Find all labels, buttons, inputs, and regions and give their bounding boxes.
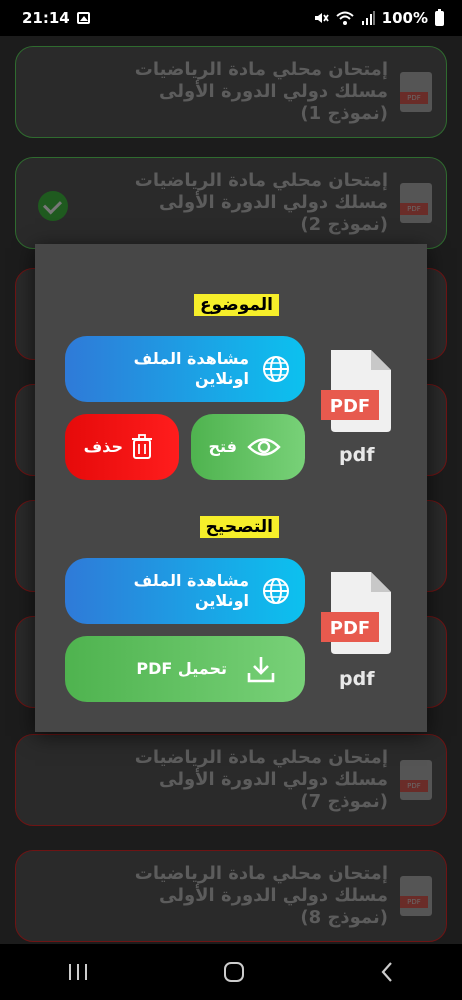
checkmark-icon [38,191,68,221]
exam-card-title: إمتحان محلي مادة الرياضيات مسلك دولي الد… [134,863,388,928]
exam-card-7[interactable]: إمتحان محلي مادة الرياضيات مسلك دولي الد… [15,734,447,826]
back-icon[interactable] [379,961,395,983]
download-icon [247,657,275,683]
download-pdf-button[interactable]: تحميل PDF [65,636,305,702]
status-time: 21:14 [22,9,70,27]
correction-section-label: التصحيح [199,516,279,538]
subject-section-label: الموضوع [194,294,279,316]
subject-pdf-caption: pdf [339,444,375,466]
view-online-label: مشاهدة الملف اونلاين [133,571,249,610]
pdf-file-icon: PDF [400,183,432,223]
exam-card-title: إمتحان محلي مادة الرياضيات مسلك دولي الد… [134,59,388,124]
exam-card-title: إمتحان محلي مادة الرياضيات مسلك دولي الد… [134,170,388,235]
subject-pdf-file-icon: PDF [321,350,391,432]
pdf-file-icon: PDF [400,72,432,112]
svg-text:PDF: PDF [330,396,370,417]
mute-icon [314,13,329,23]
view-online-label: مشاهدة الملف اونلاين [133,349,249,388]
gallery-icon [76,12,90,24]
trash-icon [132,434,152,459]
exam-card-title: إمتحان محلي مادة الرياضيات مسلك دولي الد… [134,747,388,812]
correction-pdf-file-icon: PDF [321,572,391,654]
navigation-bar [0,944,462,1000]
subject-view-online-button[interactable]: مشاهدة الملف اونلاين [65,336,305,402]
delete-label: حذف [83,437,123,456]
recent-apps-icon[interactable] [67,962,89,982]
globe-icon [263,356,289,382]
signal-icon [361,11,375,25]
file-options-dialog: الموضوع مشاهدة الملف اونلاين فتح حذف PDF… [35,244,427,732]
exam-card-2[interactable]: إمتحان محلي مادة الرياضيات مسلك دولي الد… [15,157,447,249]
exam-card-1[interactable]: إمتحان محلي مادة الرياضيات مسلك دولي الد… [15,46,447,138]
status-bar: 21:14 100% [0,0,462,36]
correction-view-online-button[interactable]: مشاهدة الملف اونلاين [65,558,305,624]
exam-card-8[interactable]: إمتحان محلي مادة الرياضيات مسلك دولي الد… [15,850,447,942]
pdf-file-icon: PDF [400,760,432,800]
battery-icon [435,8,444,26]
wifi-icon [335,11,354,25]
svg-text:PDF: PDF [330,618,370,639]
home-icon[interactable] [223,961,245,983]
globe-icon [263,578,289,604]
delete-button[interactable]: حذف [65,414,179,480]
pdf-file-icon: PDF [400,876,432,916]
correction-pdf-caption: pdf [339,668,375,690]
open-button[interactable]: فتح [191,414,305,480]
open-label: فتح [208,437,237,456]
battery-percent: 100% [381,9,428,27]
eye-icon [247,438,281,456]
download-label: تحميل PDF [136,659,227,678]
